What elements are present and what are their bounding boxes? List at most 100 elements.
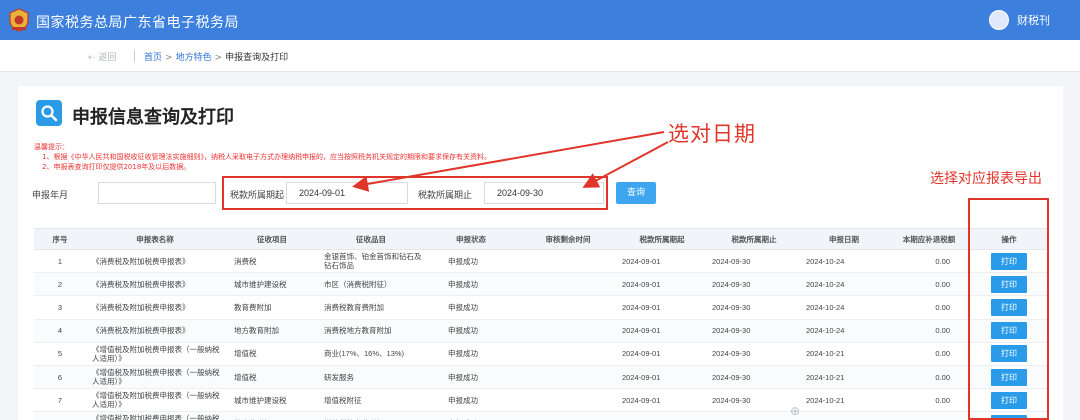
column-header: 本期应补退税额 bbox=[902, 234, 956, 244]
table-cell bbox=[520, 320, 616, 342]
table-cell: 申报成功 bbox=[422, 412, 520, 420]
table-cell: 2024-10-24 bbox=[806, 302, 845, 312]
table-cell: 地方教育附加 bbox=[234, 326, 279, 336]
table-cell: 2024-10-24 bbox=[806, 279, 845, 289]
table-cell: 《消费税及附加税费申报表》 bbox=[92, 256, 190, 266]
table-cell: 消费税地方教育附加 bbox=[324, 326, 392, 336]
table-cell bbox=[520, 273, 616, 295]
table-cell: 增值税附征 bbox=[324, 395, 362, 405]
table-cell: 0.00 bbox=[935, 302, 950, 312]
table-row: 6 《增值税及附加税费申报表（一般纳税人适用）》 增值税 研发服务 申报成功 2024-0… bbox=[34, 365, 1048, 390]
table-cell: 增值税 bbox=[234, 372, 257, 382]
column-header: 税款所属期止 bbox=[731, 234, 777, 244]
column-header: 申报状态 bbox=[456, 234, 486, 244]
table-cell: 申报成功 bbox=[448, 372, 478, 382]
table-cell: 教育费附加 bbox=[224, 412, 320, 420]
table-cell: 2024-09-01 bbox=[622, 349, 661, 359]
table-cell: 《增值税及附加税费申报表（一般纳税人适用）》 bbox=[92, 344, 220, 363]
table-cell: 2024-09-30 bbox=[712, 395, 751, 405]
table-cell: 商业(17%、16%、13%) bbox=[324, 349, 405, 359]
table-cell: 2024-10-21 bbox=[806, 395, 845, 405]
table-cell: 2024-09-30 bbox=[712, 326, 751, 336]
table-cell: 2024-10-24 bbox=[806, 256, 845, 266]
table-cell: 0.00 bbox=[935, 279, 950, 289]
table-cell: 《消费税及附加税费申报表》 bbox=[92, 302, 190, 312]
table-cell: 消费税教育费附加 bbox=[324, 302, 384, 312]
table-cell bbox=[520, 343, 616, 365]
table-cell: 申报成功 bbox=[448, 395, 478, 405]
arrow-to-start-date bbox=[352, 131, 665, 192]
column-header: 税款所属期起 bbox=[639, 234, 685, 244]
operation-column-highlight bbox=[968, 198, 1049, 420]
table-cell: 8 bbox=[34, 412, 86, 420]
table-cell: 《增值税及附加税费申报表（一般纳税人适用）》 bbox=[92, 414, 220, 420]
table-cell: 2024-09-30 bbox=[712, 372, 751, 382]
table-cell: 申报成功 bbox=[448, 302, 478, 312]
table-row: 2 《消费税及附加税费申报表》 城市维护建设税 市区（消费税附征） 申报成功 2024-0… bbox=[34, 273, 1048, 297]
table-cell: 增值税 bbox=[234, 349, 257, 359]
column-header: 征收项目 bbox=[257, 234, 287, 244]
table-cell: 《增值税及附加税费申报表（一般纳税人适用）》 bbox=[92, 368, 220, 387]
table-cell: 1 bbox=[57, 256, 63, 266]
table-cell: 增值税教育费附加 bbox=[320, 412, 422, 420]
table-cell: 2024-09-01 bbox=[622, 302, 661, 312]
table-cell: 《消费税及附加税费申报表》 bbox=[92, 326, 190, 336]
table-cell: 2024-10-21 bbox=[806, 372, 845, 382]
arrow-to-end-date bbox=[582, 141, 669, 188]
table-cell: 2024-10-24 bbox=[806, 326, 845, 336]
table-cell: 2024-09-01 bbox=[622, 256, 661, 266]
table-cell: 申报成功 bbox=[448, 279, 478, 289]
table-cell bbox=[520, 412, 616, 420]
table-cell: 0.00 bbox=[935, 372, 950, 382]
table-row: 7 《增值税及附加税费申报表（一般纳税人适用）》 城市维护建设税 增值税附征 申报成功 2… bbox=[34, 389, 1048, 413]
table-row: 3 《消费税及附加税费申报表》 教育费附加 消费税教育费附加 申报成功 2024-09-0… bbox=[34, 296, 1048, 320]
table-cell: 4 bbox=[57, 326, 63, 336]
table-cell: 7 bbox=[57, 395, 63, 405]
table-cell bbox=[520, 250, 616, 272]
table-cell: 2024-09-30 bbox=[712, 302, 751, 312]
declaration-table: 序号 申报表名称 征收项目 征收品目 申报状态 审核剩余时间 税款所属期起 税款… bbox=[34, 228, 1048, 420]
table-cell: 消费税 bbox=[234, 256, 257, 266]
table-cell: 2024-09-01 bbox=[622, 279, 661, 289]
column-header: 审核剩余时间 bbox=[545, 234, 591, 244]
table-cell: 2024-09-30 bbox=[712, 256, 751, 266]
table-cell: 《消费税及附加税费申报表》 bbox=[92, 279, 190, 289]
table-cell: 2024-09-01 bbox=[616, 412, 708, 420]
table-cell: 2024-09-01 bbox=[622, 326, 661, 336]
table-cell: 《增值税及附加税费申报表（一般纳税人适用）》 bbox=[92, 391, 220, 410]
table-cell: 2024-09-30 bbox=[712, 349, 751, 359]
table-cell: 2024-10-21 bbox=[800, 412, 888, 420]
column-header: 征收品目 bbox=[356, 234, 386, 244]
table-cell: 城市维护建设税 bbox=[234, 279, 287, 289]
table-cell: 0.00 bbox=[935, 256, 950, 266]
table-row: 1 《消费税及附加税费申报表》 消费税 金银首饰、铂金首饰和钻石及钻石饰品 申报成功 20… bbox=[34, 250, 1048, 274]
table-cell: 市区（消费税附征） bbox=[324, 279, 392, 289]
table-cell bbox=[520, 389, 616, 411]
table-cell: 2024-09-01 bbox=[622, 395, 661, 405]
table-cell: 教育费附加 bbox=[234, 302, 272, 312]
table-row: 8 《增值税及附加税费申报表（一般纳税人适用）》教育费附加增值税教育费附加申报成功… bbox=[34, 412, 1048, 420]
column-header: 申报表名称 bbox=[136, 234, 174, 244]
table-cell: 6 bbox=[57, 372, 63, 382]
table-cell: 0.00 bbox=[935, 349, 950, 359]
table-cell: 0.00 bbox=[888, 412, 970, 420]
table-cell: 3 bbox=[57, 302, 63, 312]
table-cell: 0.00 bbox=[935, 395, 950, 405]
column-header: 申报日期 bbox=[829, 234, 859, 244]
table-row: 5 《增值税及附加税费申报表（一般纳税人适用）》 增值税 商业(17%、16%、13%… bbox=[34, 342, 1048, 366]
table-cell: 2024-09-30 bbox=[708, 412, 800, 420]
table-cell: 申报成功 bbox=[448, 256, 478, 266]
table-cell: 申报成功 bbox=[448, 349, 478, 359]
table-body: 1 《消费税及附加税费申报表》 消费税 金银首饰、铂金首饰和钻石及钻石饰品 申报成功 20… bbox=[34, 250, 1048, 420]
table-header: 序号 申报表名称 征收项目 征收品目 申报状态 审核剩余时间 税款所属期起 税款… bbox=[34, 228, 1048, 250]
table-row: 4 《消费税及附加税费申报表》 地方教育附加 消费税地方教育附加 申报成功 2024-09… bbox=[34, 319, 1048, 343]
table-cell: 2024-09-01 bbox=[622, 372, 661, 382]
table-cell: 申报成功 bbox=[448, 326, 478, 336]
table-cell bbox=[520, 366, 616, 388]
table-cell: 城市维护建设税 bbox=[234, 395, 287, 405]
table-cell: 2024-10-21 bbox=[806, 349, 845, 359]
table-cell: 2024-09-30 bbox=[712, 279, 751, 289]
table-cell: 0.00 bbox=[935, 326, 950, 336]
table-cell bbox=[520, 296, 616, 318]
table-cell: 5 bbox=[57, 349, 63, 359]
